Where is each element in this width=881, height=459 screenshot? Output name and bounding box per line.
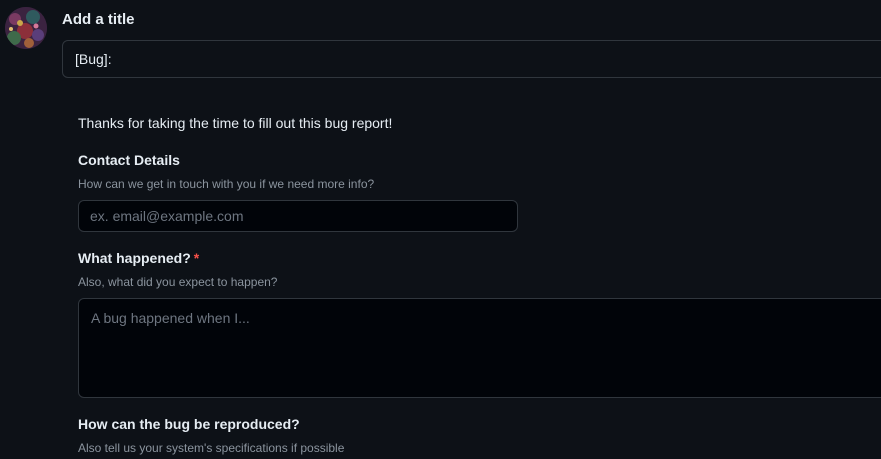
title-input[interactable]: [Bug]: (62, 40, 881, 78)
what-happened-label-text: What happened? (78, 250, 191, 266)
reproduce-description: Also tell us your system's specification… (78, 441, 345, 455)
reproduce-label: How can the bug be reproduced? (78, 416, 300, 432)
required-marker: * (193, 250, 200, 266)
user-avatar[interactable] (5, 7, 47, 49)
what-happened-textarea[interactable]: A bug happened when I... (78, 298, 881, 398)
issue-form-page: Add a title [Bug]: Thanks for taking the… (0, 0, 881, 459)
what-happened-label: What happened? * (78, 250, 199, 266)
form-intro-text: Thanks for taking the time to fill out t… (78, 115, 393, 131)
contact-email-field[interactable]: ex. email@example.com (78, 200, 518, 232)
what-happened-description: Also, what did you expect to happen? (78, 275, 278, 289)
title-label: Add a title (62, 11, 135, 28)
contact-details-label: Contact Details (78, 152, 180, 168)
contact-details-description: How can we get in touch with you if we n… (78, 177, 375, 191)
avatar-image (5, 7, 47, 49)
